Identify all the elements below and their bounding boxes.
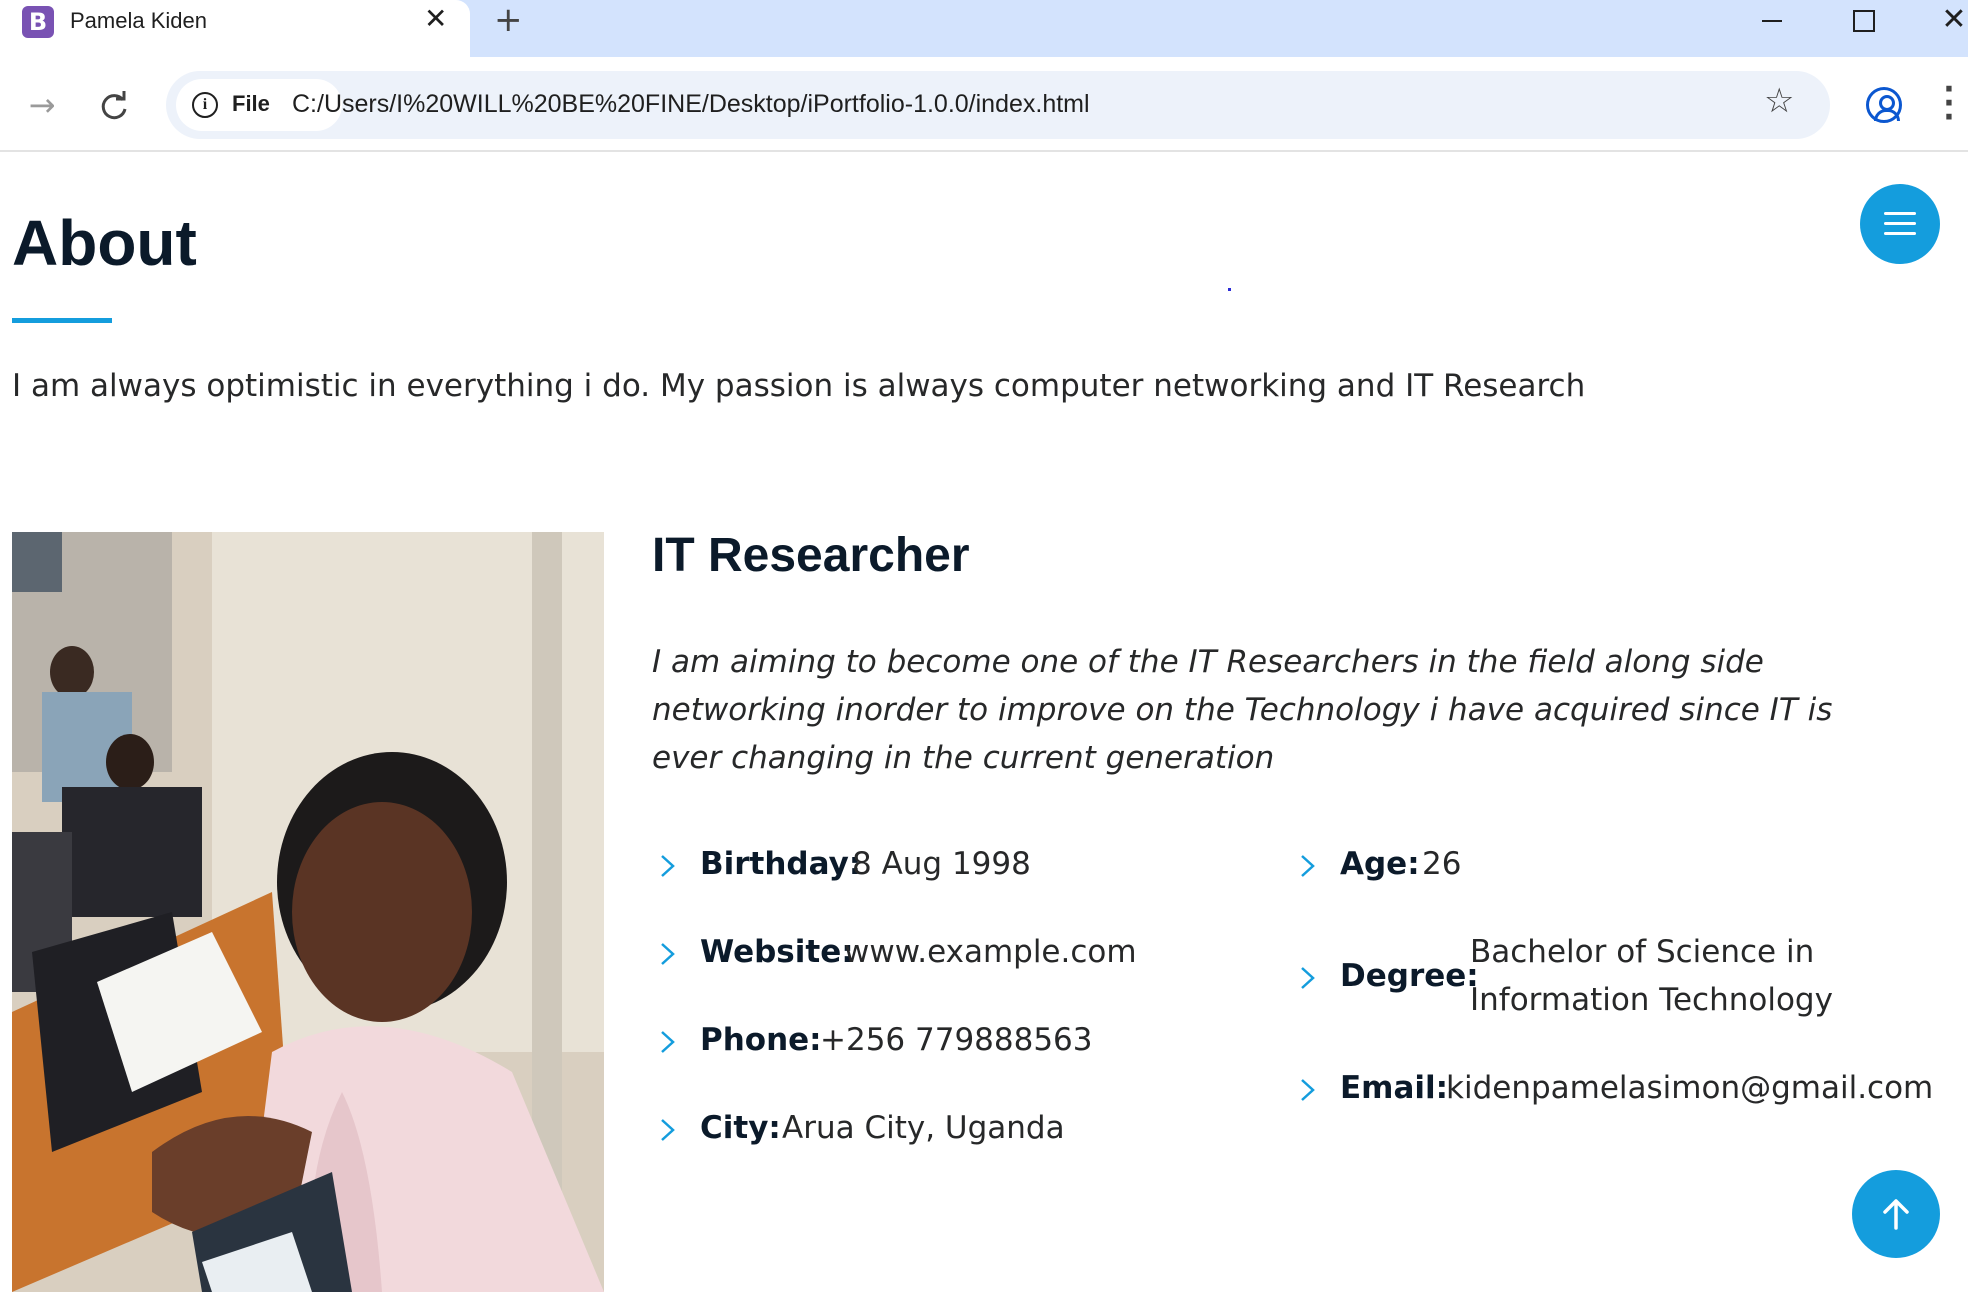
detail-value[interactable]: www.example.com (844, 934, 1137, 970)
site-chip-label: File (232, 91, 270, 116)
chevron-right-icon (1301, 855, 1315, 877)
detail-label: Phone: (700, 1022, 822, 1058)
address-bar[interactable]: i File C:/Users/I%20WILL%20BE%20FINE/Des… (166, 71, 1830, 139)
detail-label: Degree: (1340, 958, 1479, 994)
detail-value-line2: Information Technology (1470, 982, 1833, 1018)
info-icon: i (192, 92, 218, 118)
chevron-right-icon (1301, 967, 1315, 989)
detail-value: 8 Aug 1998 (852, 846, 1031, 882)
plus-icon[interactable]: + (494, 0, 523, 40)
detail-value: 26 (1422, 846, 1462, 882)
maximize-icon[interactable] (1832, 0, 1892, 42)
menu-icon[interactable]: · · · (1942, 75, 1956, 133)
detail-label: Birthday: (700, 846, 862, 882)
minimize-icon[interactable] (1742, 0, 1802, 42)
chevron-right-icon (661, 943, 675, 965)
page-content: About I am always optimistic in everythi… (0, 154, 1968, 1292)
mobile-nav-toggle-button[interactable] (1860, 184, 1940, 264)
hamburger-icon (1884, 232, 1916, 235)
chevron-right-icon (661, 855, 675, 877)
tab-title: Pamela Kiden (70, 8, 207, 33)
decorative-dot (1228, 288, 1231, 291)
browser-toolbar: → i File C:/Users/I%20WILL%20BE%20FINE/D… (0, 57, 1968, 152)
profile-photo (12, 532, 604, 1292)
arrow-up-icon (1883, 1199, 1909, 1230)
window-close-icon[interactable]: ✕ (1924, 0, 1968, 42)
chevron-right-icon (661, 1119, 675, 1141)
detail-label: Website: (700, 934, 854, 970)
detail-label: City: (700, 1110, 781, 1146)
detail-value-line1: Bachelor of Science in (1470, 934, 1815, 970)
back-to-top-button[interactable] (1852, 1170, 1940, 1258)
forward-icon[interactable]: → (22, 87, 62, 127)
detail-label: Email: (1340, 1070, 1449, 1106)
profile-icon[interactable] (1866, 87, 1902, 123)
role-title: IT Researcher (652, 529, 970, 582)
title-underline (12, 318, 112, 323)
star-icon[interactable]: ☆ (1764, 81, 1794, 121)
url-text[interactable]: C:/Users/I%20WILL%20BE%20FINE/Desktop/iP… (292, 90, 1090, 119)
detail-value: +256 779888563 (820, 1022, 1093, 1058)
chevron-right-icon (661, 1031, 675, 1053)
bootstrap-favicon-icon: B (22, 6, 54, 38)
browser-tab-bar: B Pamela Kiden ✕ + ✕ (0, 0, 1968, 57)
about-intro: I am always optimistic in everything i d… (12, 368, 1586, 404)
role-description: I am aiming to become one of the IT Rese… (652, 644, 1833, 776)
hamburger-icon (1884, 222, 1916, 225)
detail-value[interactable]: kidenpamelasimon@gmail.com (1446, 1070, 1933, 1106)
browser-tab[interactable]: B Pamela Kiden ✕ (0, 0, 470, 57)
close-icon[interactable]: ✕ (424, 2, 447, 35)
section-title: About (12, 207, 197, 279)
chevron-right-icon (1301, 1079, 1315, 1101)
detail-label: Age: (1340, 846, 1420, 882)
detail-value: Arua City, Uganda (782, 1110, 1065, 1146)
hamburger-icon (1884, 212, 1916, 215)
reload-icon[interactable] (94, 87, 134, 127)
